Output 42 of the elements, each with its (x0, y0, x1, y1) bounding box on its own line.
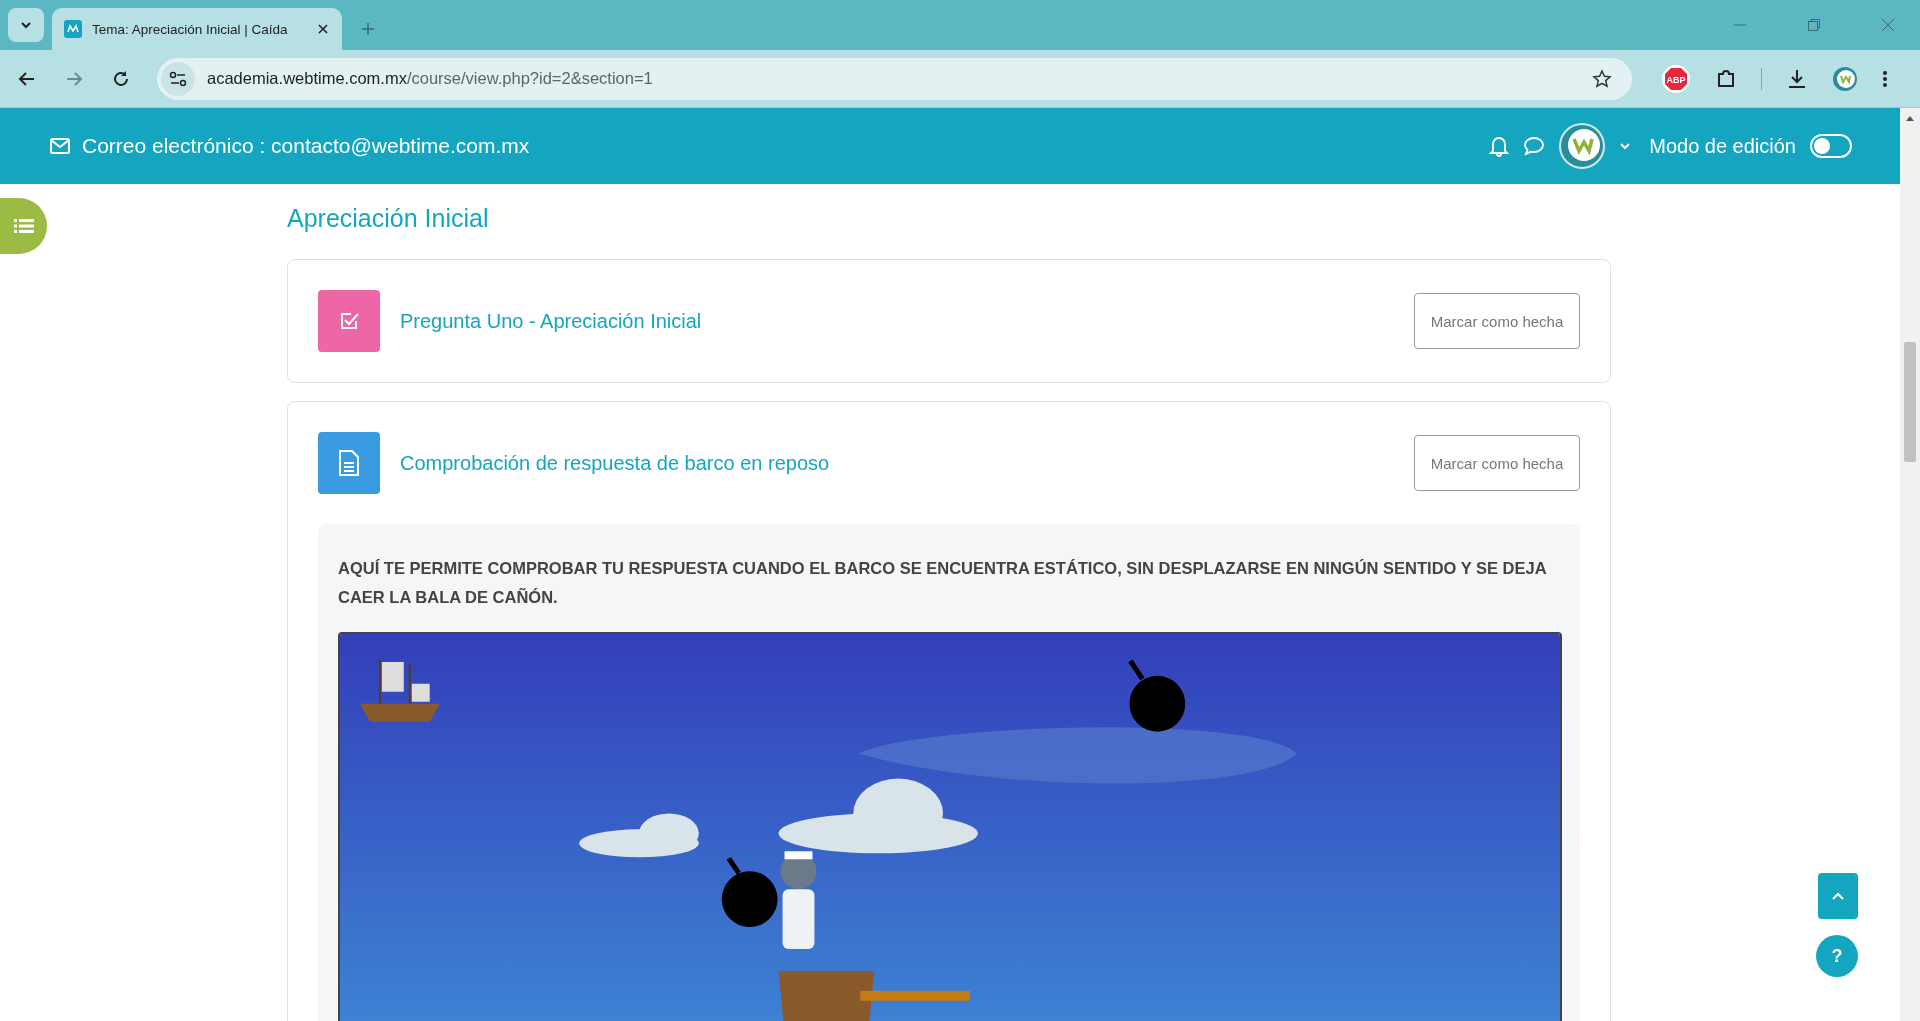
speech-bubble-icon[interactable] (1523, 136, 1546, 156)
profile-avatar-icon[interactable] (1832, 65, 1858, 92)
edit-mode-toggle[interactable] (1810, 134, 1852, 158)
mark-as-done-button[interactable]: Marcar como hecha (1414, 293, 1580, 349)
menu-icon[interactable] (1882, 68, 1888, 89)
new-tab-icon[interactable] (360, 21, 376, 37)
activity-link[interactable]: Comprobación de respuesta de barco en reposo (400, 451, 1414, 475)
course-index-button[interactable] (0, 198, 47, 254)
reload-icon[interactable] (112, 69, 130, 88)
scroll-to-top-button[interactable] (1818, 873, 1858, 919)
scrollbar-thumb[interactable] (1904, 342, 1916, 462)
tab-title: Tema: Apreciación Inicial | Caída (92, 21, 289, 37)
forward-icon[interactable] (65, 69, 83, 88)
activity-link[interactable]: Pregunta Uno - Apreciación Inicial (400, 309, 1414, 333)
caret-icon[interactable] (1619, 141, 1632, 151)
edit-mode-label: Modo de edición (1649, 134, 1796, 158)
scrollbar[interactable] (1900, 108, 1920, 1021)
site-logo-icon (64, 20, 82, 38)
help-button[interactable]: ? (1816, 935, 1858, 977)
bookmark-star-icon[interactable] (1592, 68, 1612, 89)
tab-list-button[interactable] (8, 8, 44, 42)
email-label: Correo electrónico : contacto@webtime.com.mx (82, 134, 530, 158)
user-avatar-icon[interactable] (1559, 123, 1606, 169)
puzzle-piece-icon[interactable] (1715, 67, 1737, 90)
address-bar[interactable]: academia.webtime.com.mx/course/view.php?id=2&section=1 (157, 57, 1632, 100)
browser-tab[interactable]: Tema: Apreciación Inicial | Caída (52, 8, 342, 50)
mark-as-done-button[interactable]: Marcar como hecha (1414, 435, 1580, 491)
chevron-up-icon (1830, 890, 1846, 902)
envelope-icon (50, 138, 70, 154)
close-icon[interactable] (316, 22, 330, 36)
url-text: academia.webtime.com.mx/course/view.php?id=2&section=1 (207, 69, 654, 88)
list-icon (13, 218, 34, 234)
description-text: AQUÍ TE PERMITE COMPROBAR TU RESPUESTA CUANDO EL BARCO SE ENCUENTRA ESTÁTICO, SIN DESPLAZARSE EN NINGÚN SENTIDO Y SE DEJA CAER LA BALA DE CAÑÓN. (338, 558, 1547, 608)
section-title: Apreciación Inicial (287, 204, 490, 233)
download-icon[interactable] (1786, 67, 1808, 90)
site-settings-icon[interactable] (161, 61, 195, 96)
back-icon[interactable] (18, 69, 36, 88)
scroll-up-arrow-icon[interactable] (1905, 114, 1915, 122)
document-icon (338, 449, 360, 477)
adblock-extension-icon[interactable]: ABP (1661, 63, 1691, 94)
bell-icon[interactable] (1489, 135, 1510, 157)
restore-icon[interactable] (1807, 18, 1821, 32)
